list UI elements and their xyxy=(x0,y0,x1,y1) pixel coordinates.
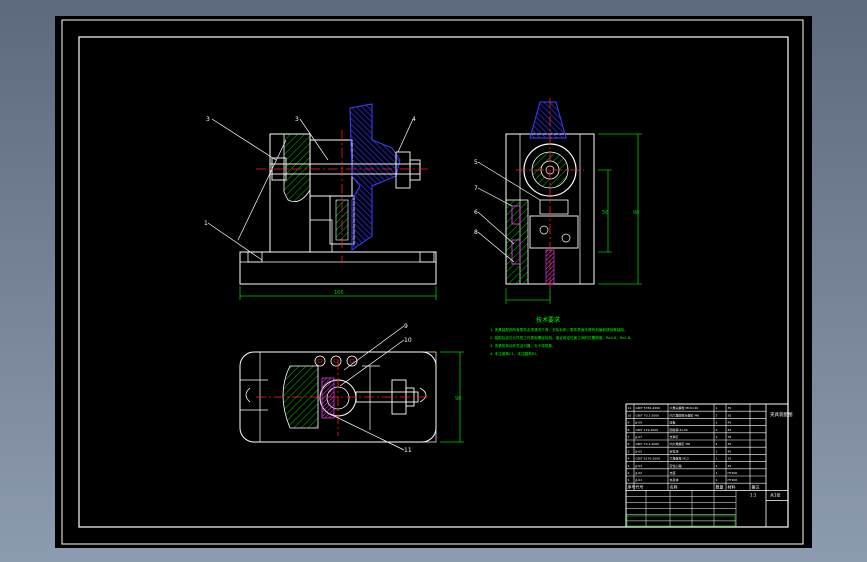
front-support-section xyxy=(283,133,311,203)
parts-list-cell: 2 xyxy=(716,413,718,417)
front-label-3: 4 xyxy=(412,116,416,123)
side-label-1: 5 xyxy=(474,159,478,166)
parts-list-cell: 1 xyxy=(716,478,718,482)
parts-list-header: 序号 xyxy=(628,484,636,490)
parts-list-cell: 35 xyxy=(728,442,732,446)
parts-list-cell: 圆柱销 6×30 xyxy=(670,427,688,432)
parts-list-cell: 45 xyxy=(728,464,732,468)
parts-list-cell: 1 xyxy=(716,421,718,425)
parts-list-cell: JJ-01 xyxy=(635,478,643,482)
parts-list-cell: 内六角圆柱头螺钉 M6 xyxy=(670,412,700,417)
parts-list-cell: 35 xyxy=(728,457,732,461)
parts-list-cell: 1 xyxy=(716,471,718,475)
parts-list-cell: 35 xyxy=(728,413,732,417)
parts-list-cell: 45 xyxy=(728,421,732,425)
front-label-2: 3 xyxy=(295,116,299,123)
parts-list-cell: 支承钉 xyxy=(670,434,679,439)
parts-list-cell: 35 xyxy=(728,406,732,410)
side-dimension-inner: 56 xyxy=(602,210,608,216)
drawing-sheet xyxy=(55,16,812,548)
parts-list-header: 名称 xyxy=(670,484,678,490)
parts-list-cell: HT200 xyxy=(728,471,738,475)
parts-list-cell: 1 xyxy=(628,478,630,482)
parts-list-cell: 夹具体 xyxy=(670,477,679,482)
parts-list-cell: 六角螺母 M12 xyxy=(670,456,689,461)
notes-title: 技术要求 xyxy=(536,316,560,324)
parts-list-cell: 六角头螺栓 M10×40 xyxy=(670,405,699,410)
parts-list-cell: GB/T 70.1-2000 xyxy=(636,442,660,446)
parts-list-cell: 10 xyxy=(628,413,632,417)
drawing-title: 夹具装配图 xyxy=(770,411,793,418)
parts-list-header: 备注 xyxy=(752,484,760,490)
notes-line-2: 2. 装配后定位元件的工作表面需经检验，保证各定位面之间的位置精度，Ra0.8，… xyxy=(490,335,634,340)
parts-list-cell: 9 xyxy=(628,421,630,425)
parts-list-cell: 定位块 xyxy=(670,448,679,453)
parts-list-cell: 2 xyxy=(716,428,718,432)
parts-list-cell: JJ-02 xyxy=(635,471,643,475)
parts-list-cell: GB/T 6170-2000 xyxy=(636,457,661,461)
parts-list-cell: 定位心轴 xyxy=(670,463,682,468)
front-label-4: 1 xyxy=(204,220,208,227)
cad-viewport[interactable]: 3 3 4 1 166 5 7 6 8 56 98 9 10 11 98 技术要… xyxy=(0,0,867,562)
parts-list-cell: 支座 xyxy=(670,470,676,475)
parts-list-cell: GB/T 5782-2000 xyxy=(636,406,661,410)
parts-list-header: 代号 xyxy=(636,484,644,490)
parts-list-header: 数量 xyxy=(716,484,724,490)
parts-list-cell: 2 xyxy=(628,471,630,475)
parts-list-cell: GB/T 70.1-2000 xyxy=(636,413,660,417)
drawing-scale: 1:1 xyxy=(750,492,757,497)
notes-line-1: 1. 夹具装配前所有零件必须清洗干净，去除毛刺，零件表面不得有划痕和锈蚀等缺陷。 xyxy=(490,327,628,332)
parts-list-cell: 内六角螺钉 M8 xyxy=(670,441,691,446)
parts-list-cell: 4 xyxy=(628,457,630,461)
side-locating-block xyxy=(505,199,529,285)
side-label-3: 6 xyxy=(474,209,478,216)
parts-list-cell: 8 xyxy=(628,428,630,432)
plan-dimension: 98 xyxy=(455,396,461,402)
notes-line-4: 4. 未注倒角C1，未注圆角R2。 xyxy=(490,351,540,356)
parts-list-header: 材料 xyxy=(728,484,736,490)
parts-list-cell: 6 xyxy=(628,442,630,446)
front-label-1: 3 xyxy=(206,116,210,123)
plan-label-3: 11 xyxy=(404,447,412,454)
side-dimension-outer: 98 xyxy=(633,210,639,216)
parts-list-cell: 4 xyxy=(716,442,718,446)
parts-list-cell: 1 xyxy=(716,457,718,461)
side-label-4: 8 xyxy=(474,229,478,236)
sheet-count: 共1张 xyxy=(770,491,781,497)
parts-list-cell: 11 xyxy=(628,406,632,410)
parts-list-cell: 2 xyxy=(716,435,718,439)
parts-list-cell: HT200 xyxy=(728,478,738,482)
parts-list-cell: 1 xyxy=(716,406,718,410)
front-dimension: 166 xyxy=(334,290,344,296)
parts-list-cell: 3 xyxy=(628,464,630,468)
plan-label-2: 10 xyxy=(404,337,412,344)
parts-list-cell: 1 xyxy=(716,464,718,468)
parts-list-cell: JJ-07 xyxy=(635,435,643,439)
notes-line-3: 3. 夹紧机构动作灵活可靠，无卡滞现象。 xyxy=(490,343,556,348)
parts-list-cell: T8 xyxy=(727,435,732,439)
side-label-2: 7 xyxy=(474,185,478,192)
parts-list-cell: 45 xyxy=(728,428,732,432)
parts-list-cell: 5 xyxy=(628,449,630,453)
parts-list-cell: 45 xyxy=(728,449,732,453)
plan-label-1: 9 xyxy=(404,323,408,330)
parts-list-cell: JJ-09 xyxy=(635,421,643,425)
parts-list-cell: JJ-03 xyxy=(635,464,643,468)
parts-list-cell: 压板 xyxy=(670,420,676,425)
parts-list-cell: 1 xyxy=(716,449,718,453)
parts-list-cell: GB/T 119-2000 xyxy=(636,428,659,432)
parts-list-cell: JJ-05 xyxy=(635,449,643,453)
parts-list-cell: 7 xyxy=(628,435,630,439)
